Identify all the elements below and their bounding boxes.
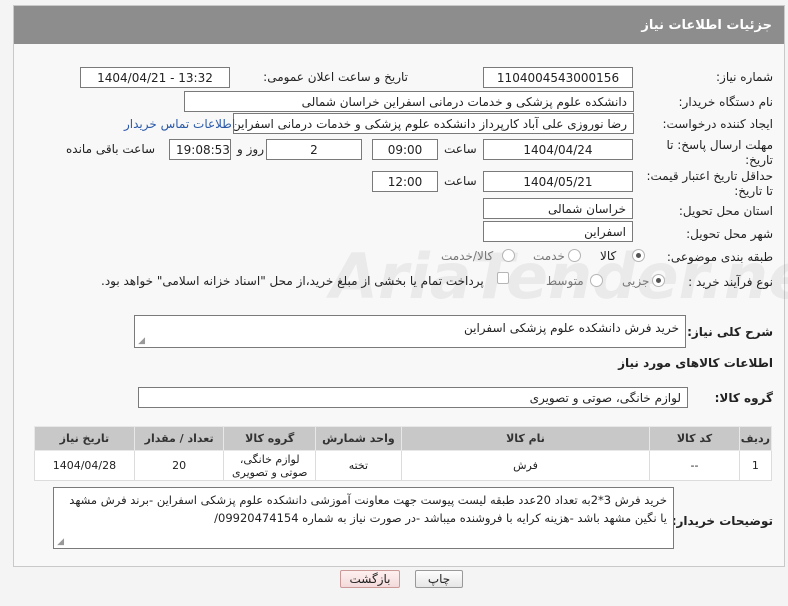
col-header-unit: واحد شمارش <box>315 426 402 451</box>
category-radio-service[interactable] <box>568 249 581 262</box>
col-header-quantity: تعداد / مقدار <box>133 426 225 451</box>
category-option-goods: کالا <box>600 249 617 263</box>
goods-group-label: گروه کالا: <box>714 391 773 405</box>
buyer-notes-text: خرید فرش 3*2به تعداد 20عدد طبقه لیست پیو… <box>69 493 667 525</box>
buyer-notes-label: توضیحات خریدار: <box>671 514 773 528</box>
goods-group-field: لوازم خانگی، صوتی و تصویری <box>138 387 688 408</box>
process-option-medium: متوسط <box>546 274 584 288</box>
category-option-both: کالا/خدمت <box>441 249 494 263</box>
deadline-time-field: 09:00 <box>372 139 438 160</box>
general-desc-label: شرح کلی نیاز: <box>687 325 773 339</box>
cell-unit: تخته <box>315 450 402 481</box>
col-header-group: گروه کالا <box>223 426 317 451</box>
back-button[interactable]: بازگشت <box>340 570 400 588</box>
need-number-label: شماره نیاز: <box>716 70 773 84</box>
col-header-name: نام کالا <box>400 426 651 451</box>
category-option-service: خدمت <box>533 249 565 263</box>
col-header-code: کد کالا <box>649 426 740 451</box>
panel-title: جزئیات اطلاعات نیاز <box>14 6 784 44</box>
validity-label: حداقل تاریخ اعتبار قیمت: تا تاریخ: <box>646 169 773 198</box>
resize-grip-icon[interactable]: ◢ <box>56 538 64 547</box>
goods-table: ردیف کد کالا نام کالا واحد شمارش گروه کا… <box>34 426 773 481</box>
validity-time-label: ساعت <box>444 174 477 188</box>
deadline-time-label: ساعت <box>444 142 477 156</box>
city-field: اسفراین <box>483 221 633 242</box>
buyer-contact-link[interactable]: اطلاعات تماس خریدار <box>124 117 235 131</box>
col-header-need-date: تاریخ نیاز <box>34 426 135 451</box>
remaining-label: ساعت باقی مانده <box>66 142 156 156</box>
city-label: شهر محل تحویل: <box>686 227 773 241</box>
buyer-label: نام دستگاه خریدار: <box>678 95 774 109</box>
buyer-notes-field[interactable]: خرید فرش 3*2به تعداد 20عدد طبقه لیست پیو… <box>53 487 674 549</box>
announce-field: 1404/04/21 - 13:32 <box>80 67 230 88</box>
category-radio-goods[interactable] <box>632 249 645 262</box>
treasury-note: پرداخت تمام یا بخشی از مبلغ خرید،از محل … <box>101 274 484 288</box>
process-radio-small[interactable] <box>652 274 665 287</box>
deadline-label: مهلت ارسال پاسخ: تا تاریخ: <box>666 138 773 167</box>
process-radio-medium[interactable] <box>590 274 603 287</box>
category-label: طبقه بندی موضوعی: <box>666 250 773 264</box>
province-label: استان محل تحویل: <box>678 204 773 218</box>
cell-quantity: 20 <box>133 450 225 481</box>
table-header-row: ردیف کد کالا نام کالا واحد شمارش گروه کا… <box>34 426 773 451</box>
general-desc-text: خرید فرش دانشکده علوم پزشکی اسفراین <box>464 321 679 335</box>
province-field: خراسان شمالی <box>483 198 633 219</box>
cell-code: -- <box>649 450 740 481</box>
creator-label: ایجاد کننده درخواست: <box>662 117 773 131</box>
print-button[interactable]: چاپ <box>415 570 463 588</box>
goods-info-title: اطلاعات کالاهای مورد نیاز <box>618 356 773 370</box>
creator-field: رضا نوروزی علی آباد کارپرداز دانشکده علو… <box>233 113 634 134</box>
cell-row-number: 1 <box>738 450 773 481</box>
resize-grip-icon[interactable]: ◢ <box>137 337 145 346</box>
col-header-row-number: ردیف <box>738 426 773 451</box>
process-option-small: جزیی <box>622 274 650 288</box>
category-radio-both[interactable] <box>502 249 515 262</box>
need-number-field: 1104004543000156 <box>483 67 633 88</box>
cell-group: لوازم خانگی، صوتی و تصویری <box>223 450 317 481</box>
days-field: 2 <box>266 139 362 160</box>
table-row: 1 -- فرش تخته لوازم خانگی، صوتی و تصویری… <box>34 450 773 481</box>
deadline-date-field: 1404/04/24 <box>483 139 633 160</box>
general-desc-field[interactable]: خرید فرش دانشکده علوم پزشکی اسفراین ◢ <box>134 315 686 348</box>
process-label: نوع فرآیند خرید : <box>688 275 773 289</box>
validity-time-field: 12:00 <box>372 171 438 192</box>
announce-label: تاریخ و ساعت اعلان عمومی: <box>263 70 408 84</box>
days-label: روز و <box>237 142 264 156</box>
treasury-checkbox[interactable] <box>497 272 509 284</box>
remaining-time-field: 19:08:53 <box>169 139 231 160</box>
cell-name: فرش <box>400 450 651 481</box>
buyer-field: دانشکده علوم پزشکی و خدمات درمانی اسفرای… <box>184 91 634 112</box>
cell-need-date: 1404/04/28 <box>34 450 135 481</box>
validity-date-field: 1404/05/21 <box>483 171 633 192</box>
